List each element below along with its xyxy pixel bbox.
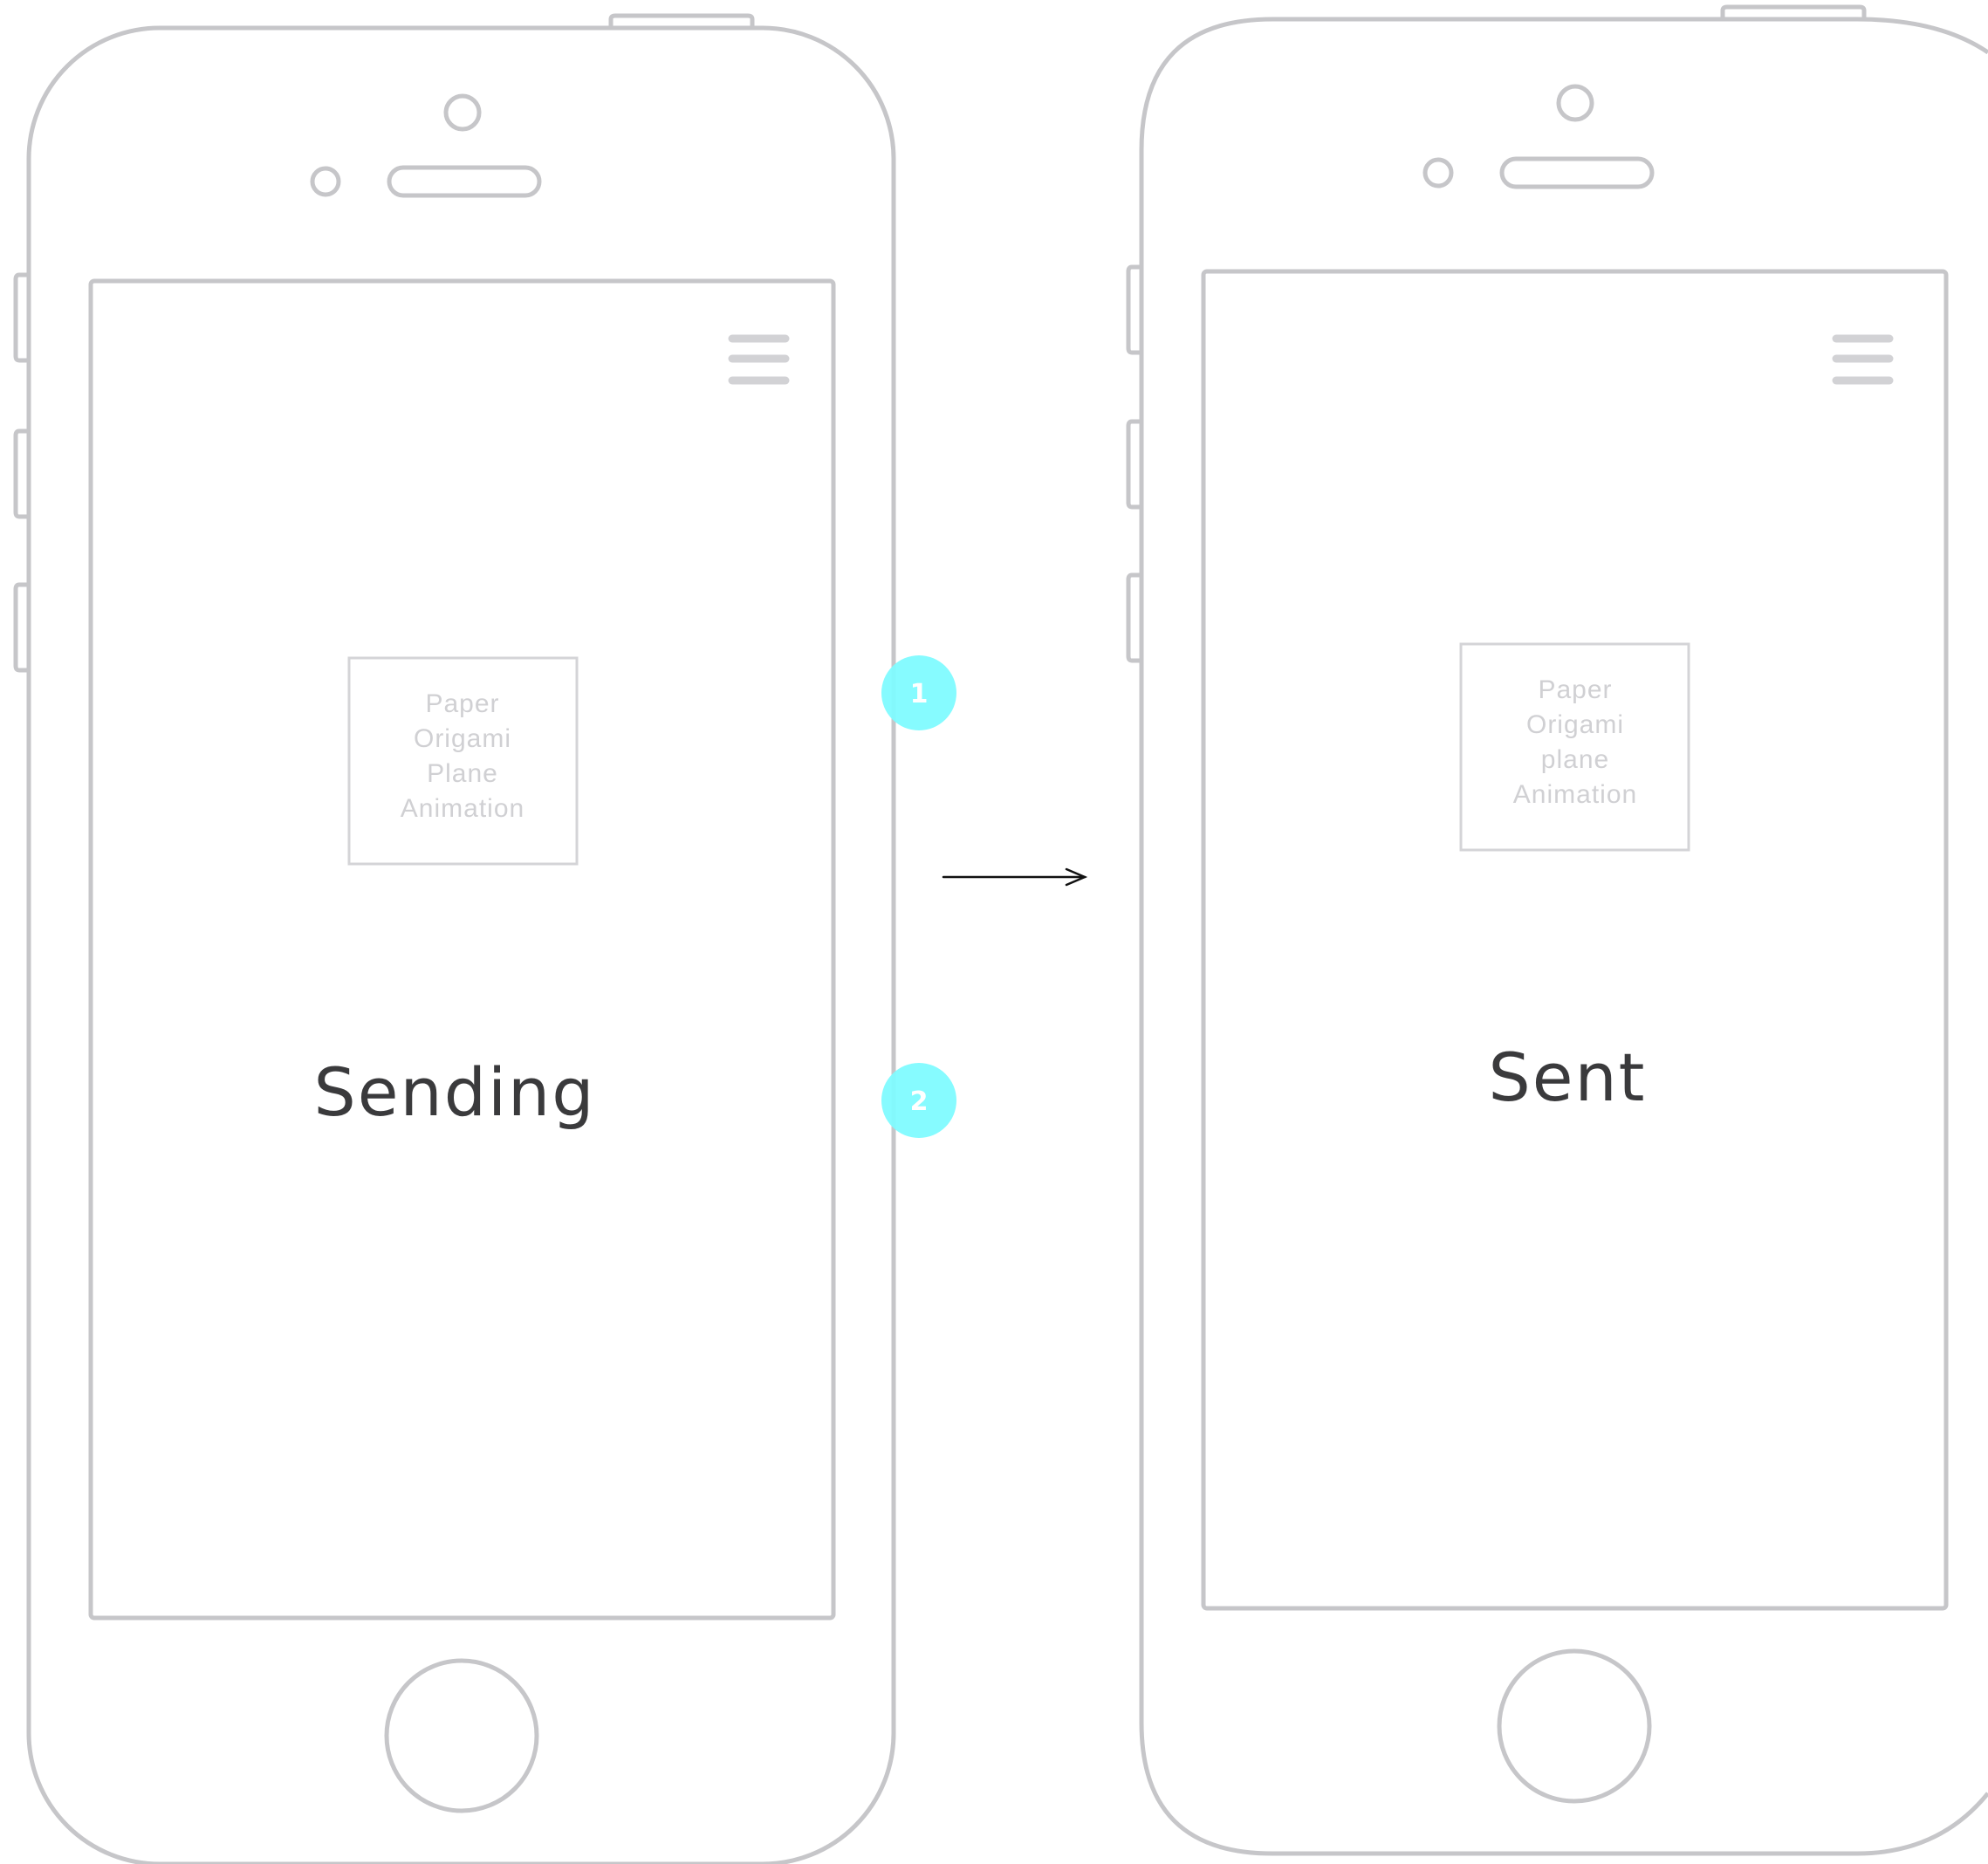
annotation-badge: 1	[881, 655, 956, 730]
placeholder-line: Origami	[414, 724, 511, 753]
placeholder-line: plane	[1541, 745, 1609, 774]
screen	[88, 278, 836, 1621]
annotation-number: 1	[910, 679, 929, 709]
earpiece-speaker	[387, 165, 542, 198]
device-body	[1139, 17, 1988, 1856]
hamburger-menu-icon[interactable]	[1832, 334, 1894, 385]
status-label: Sending	[314, 1053, 596, 1131]
front-camera	[443, 93, 482, 132]
earpiece-speaker	[1499, 156, 1655, 189]
placeholder-line: Animation	[401, 794, 524, 823]
animation-placeholder: Paper Origami plane Animation	[1459, 642, 1690, 852]
phone-sending	[13, 13, 896, 1864]
wireframe-canvas: Paper Origami Plane Animation Sending 1 …	[13, 4, 1988, 1864]
placeholder-line: Paper	[425, 689, 499, 718]
device-body	[26, 25, 896, 1864]
proximity-sensor	[1422, 157, 1454, 188]
home-button[interactable]	[1497, 1648, 1652, 1804]
animation-placeholder: Paper Origami Plane Animation	[347, 656, 579, 866]
placeholder-line: Plane	[427, 759, 498, 788]
phone-sent	[1126, 4, 1988, 1856]
arrow-right-icon	[942, 867, 1088, 887]
front-camera	[1556, 84, 1594, 122]
status-label: Sent	[1489, 1038, 1647, 1116]
home-button[interactable]	[384, 1658, 539, 1813]
placeholder-line: Animation	[1513, 780, 1637, 809]
screen	[1201, 269, 1949, 1611]
placeholder-line: Origami	[1526, 710, 1624, 739]
hamburger-menu-icon[interactable]	[728, 334, 790, 385]
annotation-number: 2	[910, 1086, 929, 1117]
annotation-badge: 2	[881, 1063, 956, 1138]
placeholder-line: Paper	[1538, 675, 1612, 704]
proximity-sensor	[310, 166, 341, 197]
